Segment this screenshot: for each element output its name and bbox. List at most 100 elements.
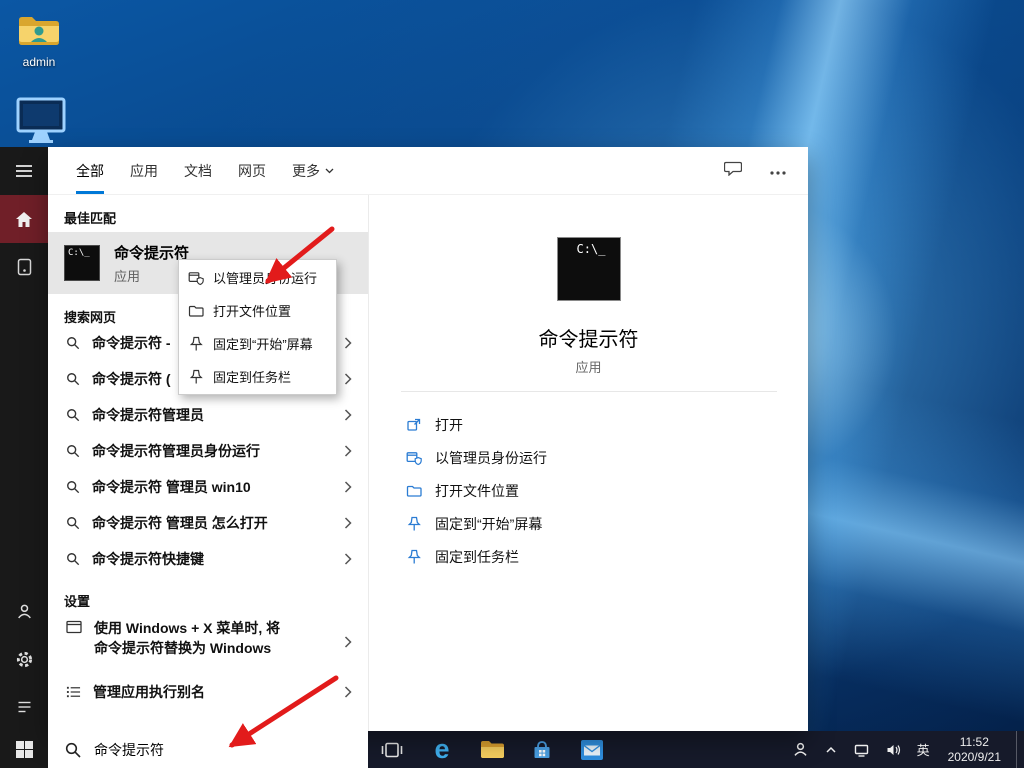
context-pin-to-start[interactable]: 固定到“开始”屏幕 — [179, 327, 336, 360]
settings-result-aliases[interactable]: 管理应用执行别名 — [48, 674, 368, 710]
desktop-icon-this-pc[interactable] — [12, 96, 70, 149]
people-button[interactable] — [789, 731, 812, 768]
tab-apps[interactable]: 应用 — [130, 147, 158, 194]
pin-icon — [188, 369, 204, 385]
settings-result-winx[interactable]: 使用 Windows + X 菜单时, 将 命令提示符替换为 Windows — [48, 609, 368, 674]
edge-browser-button[interactable]: e — [424, 731, 460, 768]
system-tray: 英 11:52 2020/9/21 — [789, 731, 1024, 768]
pin-icon — [406, 549, 422, 565]
speaker-icon — [885, 742, 902, 758]
chevron-right-icon — [344, 553, 352, 565]
volume-button[interactable] — [882, 731, 905, 768]
expand-menu-button[interactable] — [0, 147, 48, 195]
settings-header: 设置 — [64, 591, 368, 609]
search-icon — [66, 444, 80, 458]
search-input-value: 命令提示符 — [94, 740, 164, 760]
folder-icon — [406, 483, 422, 499]
start-button[interactable] — [0, 731, 48, 768]
search-icon — [66, 408, 80, 422]
search-icon — [66, 336, 80, 350]
more-options-icon[interactable] — [770, 162, 786, 180]
open-icon — [406, 417, 422, 433]
hidden-icons-button[interactable] — [821, 731, 841, 768]
chevron-right-icon — [344, 481, 352, 493]
action-pin-to-taskbar[interactable]: 固定到任务栏 — [369, 540, 808, 573]
search-left-rail — [0, 147, 48, 768]
user-folder-icon — [17, 39, 61, 53]
web-suggestion[interactable]: 命令提示符管理员身份运行 — [48, 433, 368, 469]
search-timeline-button[interactable] — [0, 243, 48, 291]
chevron-right-icon — [344, 636, 352, 648]
search-input[interactable]: 命令提示符 — [48, 731, 368, 768]
store-icon — [531, 739, 553, 761]
show-desktop-button[interactable] — [1016, 731, 1022, 768]
task-view-button[interactable] — [374, 731, 410, 768]
context-menu: 以管理员身份运行 打开文件位置 固定到“开始”屏幕 固定到任务栏 — [178, 259, 337, 395]
chevron-right-icon — [344, 686, 352, 698]
web-suggestion[interactable]: 命令提示符 管理员 怎么打开 — [48, 505, 368, 541]
windows-logo-icon — [16, 741, 33, 758]
context-pin-to-taskbar[interactable]: 固定到任务栏 — [179, 360, 336, 393]
detail-subtitle: 应用 — [369, 357, 808, 376]
rail-spacer — [0, 291, 48, 587]
search-home-button[interactable] — [0, 195, 48, 243]
chevron-right-icon — [344, 445, 352, 457]
folder-icon — [188, 303, 204, 319]
run-as-admin-icon — [406, 450, 422, 466]
desktop-icon-admin[interactable]: admin — [10, 12, 68, 69]
file-explorer-button[interactable] — [474, 731, 510, 768]
action-pin-to-start[interactable]: 固定到“开始”屏幕 — [369, 507, 808, 540]
device-icon — [17, 258, 32, 276]
web-suggestion[interactable]: 命令提示符管理员 — [48, 397, 368, 433]
tab-documents[interactable]: 文档 — [184, 147, 212, 194]
edge-icon: e — [434, 736, 449, 763]
account-button[interactable] — [0, 587, 48, 635]
context-run-as-admin[interactable]: 以管理员身份运行 — [179, 261, 336, 294]
clock[interactable]: 11:52 2020/9/21 — [942, 735, 1007, 765]
user-icon — [16, 603, 33, 620]
network-button[interactable] — [850, 731, 873, 768]
clock-time: 11:52 — [948, 735, 1001, 750]
action-run-as-admin[interactable]: 以管理员身份运行 — [369, 441, 808, 474]
feedback-bubble-icon[interactable] — [724, 161, 742, 181]
search-header-actions — [724, 147, 786, 195]
settings-button[interactable] — [0, 635, 48, 683]
list-icon — [66, 685, 81, 699]
network-icon — [853, 742, 870, 758]
microsoft-store-button[interactable] — [524, 731, 560, 768]
search-results-panel: 全部 应用 文档 网页 更多 — [48, 147, 808, 731]
pin-icon — [406, 516, 422, 532]
feedback-button[interactable] — [0, 683, 48, 731]
tab-all[interactable]: 全部 — [76, 147, 104, 194]
home-icon — [15, 211, 33, 228]
web-suggestion[interactable]: 命令提示符快捷键 — [48, 541, 368, 577]
context-open-file-location[interactable]: 打开文件位置 — [179, 294, 336, 327]
cmd-app-icon-large: C:\_ — [557, 237, 621, 301]
person-icon — [792, 741, 809, 758]
chevron-up-icon — [824, 743, 838, 757]
search-icon — [66, 552, 80, 566]
task-view-icon — [381, 739, 403, 761]
gear-icon — [15, 650, 34, 669]
chevron-right-icon — [344, 517, 352, 529]
search-icon — [65, 742, 81, 758]
detail-title: 命令提示符 — [369, 323, 808, 352]
search-icon — [66, 516, 80, 530]
ime-indicator[interactable]: 英 — [914, 731, 933, 768]
chevron-right-icon — [344, 373, 352, 385]
action-open-file-location[interactable]: 打开文件位置 — [369, 474, 808, 507]
search-filter-tabs: 全部 应用 文档 网页 更多 — [48, 147, 808, 195]
result-detail-pane: C:\_ 命令提示符 应用 打开 以管理员身份运行 打开文件位置 — [368, 195, 808, 731]
web-suggestion[interactable]: 命令提示符 管理员 win10 — [48, 469, 368, 505]
search-icon — [66, 372, 80, 386]
tab-more[interactable]: 更多 — [292, 147, 334, 194]
action-open[interactable]: 打开 — [369, 408, 808, 441]
run-as-admin-icon — [188, 270, 204, 286]
chevron-right-icon — [344, 409, 352, 421]
pin-icon — [188, 336, 204, 352]
tab-web[interactable]: 网页 — [238, 147, 266, 194]
mail-button[interactable] — [574, 731, 610, 768]
best-match-header: 最佳匹配 — [64, 208, 368, 226]
taskbar-app-icons: e — [374, 731, 610, 768]
cmd-app-icon: C:\_ — [64, 245, 100, 281]
